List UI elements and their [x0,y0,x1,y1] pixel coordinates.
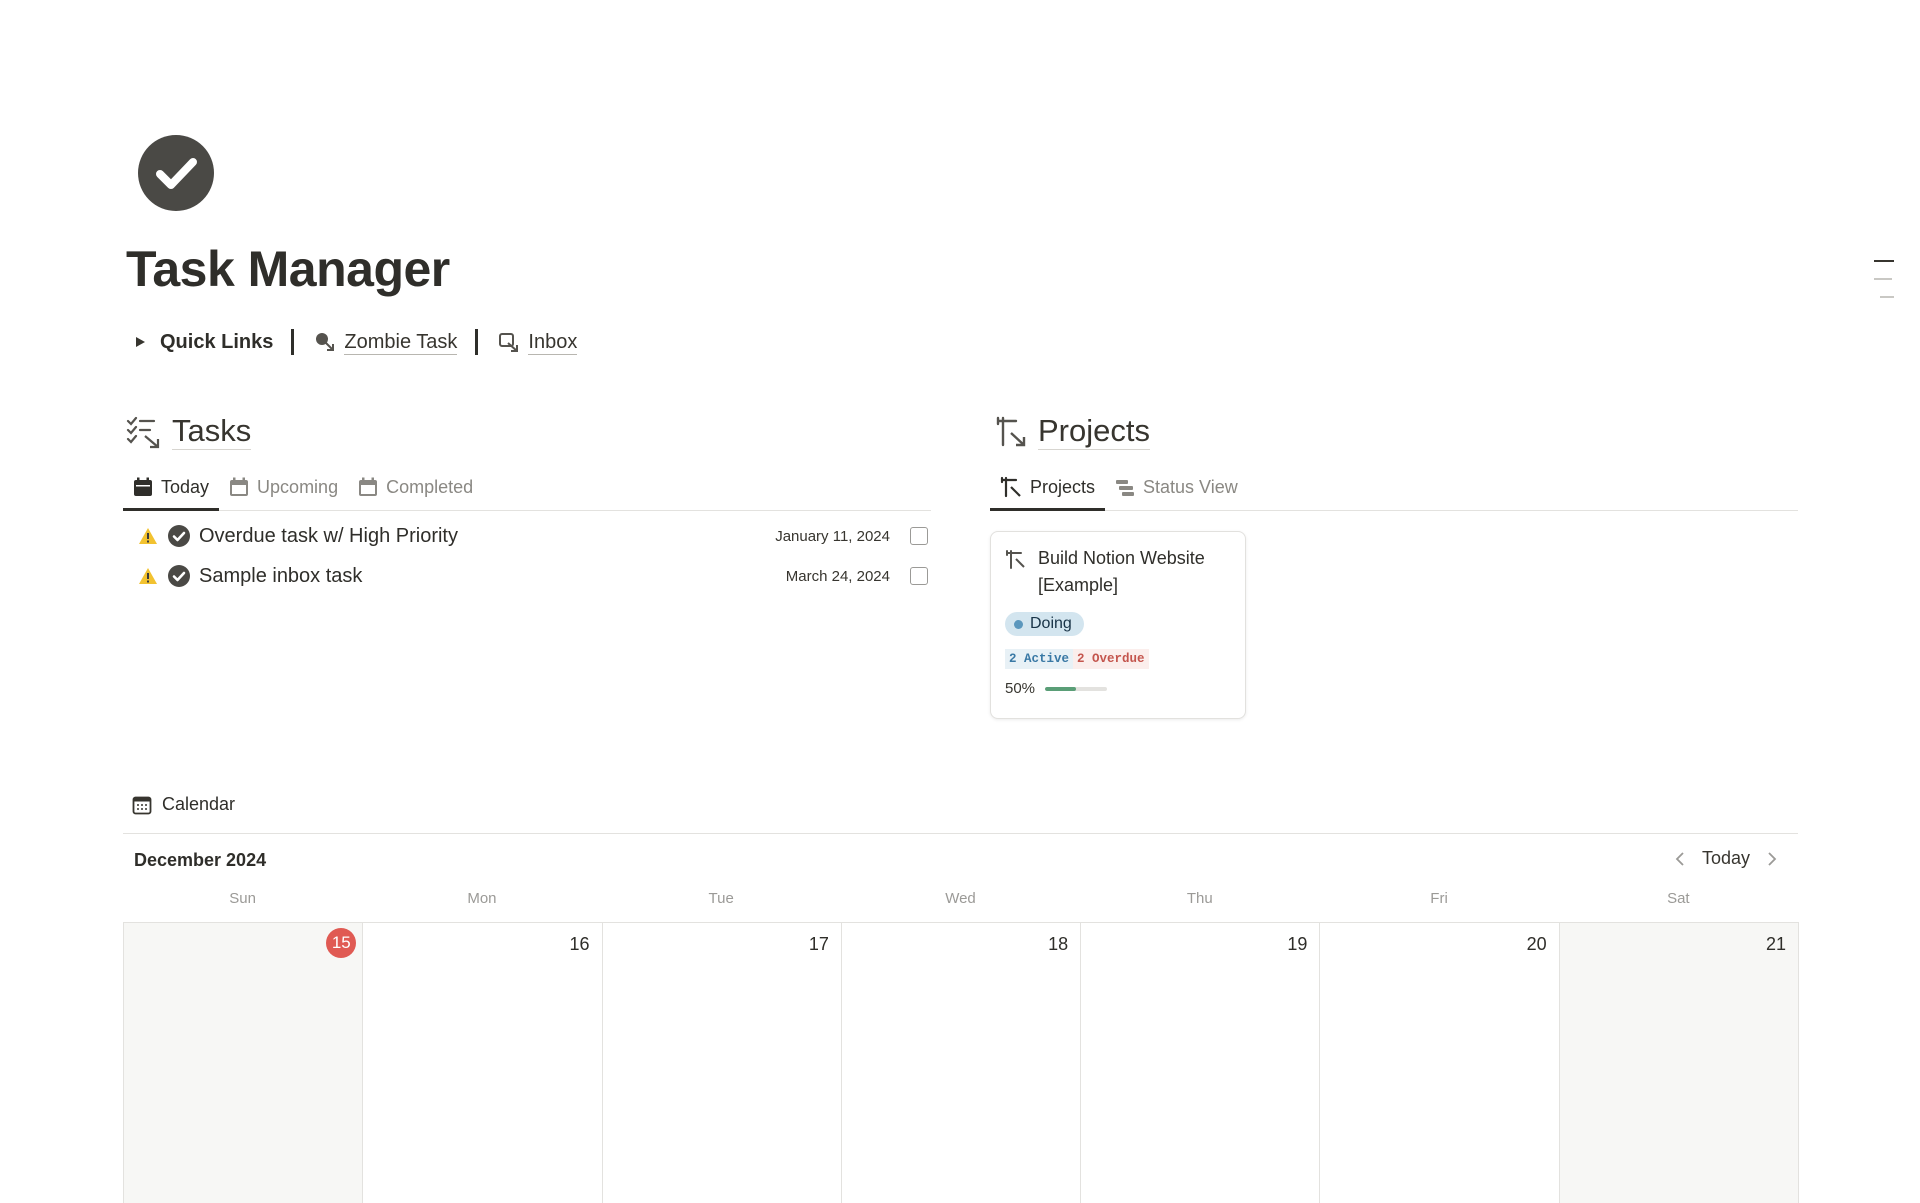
weekday-label: Fri [1430,890,1448,907]
task-done-checkbox[interactable] [910,527,928,545]
task-list-icon [126,416,160,448]
board-view-icon [1116,480,1135,496]
calendar-day-cell[interactable]: 21 [1559,923,1799,1203]
tab-projects[interactable]: Projects [990,464,1106,511]
projects-title[interactable]: Projects [1038,413,1150,450]
day-number: 20 [1526,934,1547,954]
task-name[interactable]: Overdue task w/ High Priority [199,525,775,548]
calendar-icon [132,796,152,814]
project-title: Build Notion Website [Example] [1038,548,1205,595]
calendar-icon [359,477,378,496]
weekday-label: Sat [1667,890,1690,907]
quick-links-row: Quick Links Zombie Task Inbox [132,328,578,356]
calendar-month: December 2024 [134,850,267,870]
calendar-icon [134,477,152,496]
warning-icon [139,568,157,584]
tab-status-view[interactable]: Status View [1105,464,1248,510]
page-outline[interactable] [1874,260,1894,314]
calendar-view-tab[interactable]: Calendar [132,794,235,815]
outline-line [1880,296,1894,298]
separator [475,329,479,355]
task-done-checkbox[interactable] [910,567,928,585]
calendar-day-cell[interactable]: 17 [602,923,842,1203]
project-card[interactable]: Build Notion Website [Example] Doing 2 A… [990,531,1246,719]
task-name[interactable]: Sample inbox task [199,565,786,588]
inbox-icon [499,333,519,352]
project-flow-icon [1000,476,1021,498]
overdue-count: 2 Overdue [1073,649,1149,669]
task-due-date: March 24, 2024 [785,567,890,585]
status-badge: Doing [1005,612,1084,636]
weekday-header: Sun Mon Tue Wed Thu Fri Sat [123,890,1798,907]
quick-links-toggle[interactable]: Quick Links [160,331,273,354]
project-progress: 50% [1005,680,1108,697]
warning-icon [139,528,157,544]
tab-completed[interactable]: Completed [348,464,483,510]
outline-line [1874,278,1892,280]
calendar-day-cell[interactable]: 15 [124,923,364,1203]
check-circle-icon [168,525,190,547]
tasks-tabbar: Today Upcoming Completed [123,462,931,511]
project-flow-icon [996,416,1026,446]
day-number: 17 [808,934,829,954]
tasks-title[interactable]: Tasks [172,413,252,450]
today-button[interactable]: Today [1702,848,1750,869]
page-title: Task Manager [126,241,450,297]
day-number: 16 [569,934,590,954]
check-circle-icon[interactable] [138,135,214,211]
outline-line [1874,260,1894,262]
calendar-grid: 15 16 17 18 19 20 21 [123,922,1799,1203]
progress-bar [1045,686,1108,691]
task-due-date: January 11, 2024 [775,527,890,545]
calendar-icon [230,477,249,496]
separator [291,329,295,355]
today-date-badge: 15 [326,928,357,958]
calendar-day-cell[interactable]: 18 [841,923,1082,1203]
progress-fill [1045,686,1077,691]
divider [123,833,1798,834]
weekday-label: Thu [1186,890,1213,907]
weekday-label: Mon [467,890,497,907]
calendar-day-cell[interactable]: 20 [1320,923,1560,1203]
task-counts: 2 Active 2 Overdue [1005,649,1149,669]
weekday-label: Tue [708,890,734,907]
tab-today[interactable]: Today [123,464,220,511]
projects-tabbar: Projects Status View [990,462,1798,511]
day-number: 21 [1765,934,1786,954]
zombie-icon [316,333,335,351]
project-flow-icon [1006,550,1025,569]
weekday-label: Wed [945,890,976,907]
check-circle-icon [168,565,190,587]
task-row[interactable]: Overdue task w/ High Priority January 11… [138,518,928,554]
chevron-left-icon[interactable] [1674,851,1686,867]
projects-heading: Projects [994,413,1150,450]
calendar-nav: Today [1674,848,1778,869]
active-count: 2 Active [1005,649,1074,669]
inbox-link[interactable]: Inbox [498,330,578,355]
progress-label: 50% [1005,680,1036,697]
tasks-heading: Tasks [126,413,252,450]
calendar-day-cell[interactable]: 16 [363,923,603,1203]
zombie-task-link[interactable]: Zombie Task [314,330,458,355]
weekday-label: Sun [229,890,256,907]
day-number: 19 [1287,934,1308,954]
day-number: 18 [1048,934,1069,954]
task-row[interactable]: Sample inbox task March 24, 2024 [138,558,928,594]
tab-upcoming[interactable]: Upcoming [219,464,348,510]
status-dot [1014,619,1023,629]
calendar-day-cell[interactable]: 19 [1081,923,1321,1203]
toggle-triangle-icon[interactable] [134,336,146,348]
chevron-right-icon[interactable] [1766,851,1778,867]
